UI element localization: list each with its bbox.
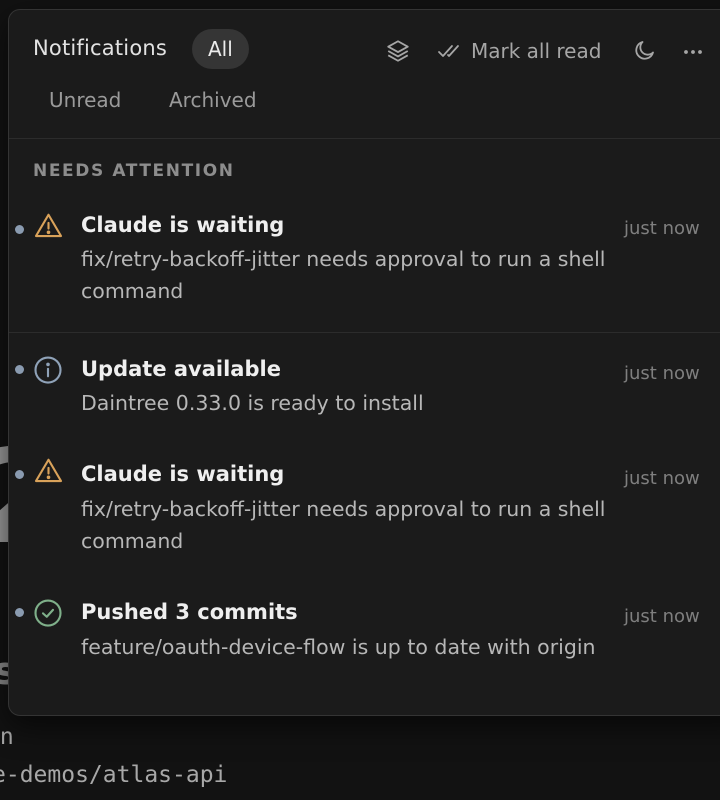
notification-item[interactable]: Claude is waiting just now fix/retry-bac… xyxy=(9,205,720,333)
notification-title: Update available xyxy=(81,357,281,381)
panel-title: Notifications xyxy=(33,36,168,60)
notification-item[interactable]: Pushed 3 commits just now feature/oauth-… xyxy=(9,588,720,708)
notification-body: fix/retry-backoff-jitter needs approval … xyxy=(81,247,606,303)
notification-item[interactable]: Claude is waiting just now fix/retry-bac… xyxy=(9,450,720,578)
notification-item[interactable]: Update available just now Daintree 0.33.… xyxy=(9,345,720,435)
check-circle-icon xyxy=(33,598,63,632)
mark-all-read-button[interactable]: Mark all read xyxy=(437,39,601,63)
info-icon xyxy=(33,355,63,389)
tab-unread[interactable]: Unread xyxy=(49,88,121,112)
notification-time: just now xyxy=(624,218,700,239)
background-text-line: in xyxy=(0,724,14,750)
notification-title: Pushed 3 commits xyxy=(81,600,298,624)
notification-body: fix/retry-backoff-jitter needs approval … xyxy=(81,497,606,553)
unread-dot xyxy=(15,470,24,479)
notifications-panel: Notifications All Mark all read Unread A… xyxy=(8,9,720,716)
warning-icon xyxy=(33,456,64,490)
notification-title: Claude is waiting xyxy=(81,462,285,486)
mark-all-read-label: Mark all read xyxy=(471,39,602,63)
notification-title: Claude is waiting xyxy=(81,213,285,237)
notification-time: just now xyxy=(624,468,700,489)
panel-header: Notifications All Mark all read Unread A… xyxy=(9,10,720,139)
tab-archived[interactable]: Archived xyxy=(169,88,257,112)
moon-icon[interactable] xyxy=(633,38,657,62)
ellipsis-icon[interactable] xyxy=(681,40,705,64)
notification-time: just now xyxy=(624,363,700,384)
unread-dot xyxy=(15,608,24,617)
unread-dot xyxy=(15,225,24,234)
notification-body: feature/oauth-device-flow is up to date … xyxy=(81,635,596,659)
layers-icon[interactable] xyxy=(385,38,411,64)
notification-body: Daintree 0.33.0 is ready to install xyxy=(81,391,424,415)
unread-dot xyxy=(15,365,24,374)
notification-time: just now xyxy=(624,606,700,627)
warning-icon xyxy=(33,211,64,245)
background-text-line: e-demos/atlas-api xyxy=(0,762,228,788)
double-check-icon xyxy=(437,41,463,61)
section-label: NEEDS ATTENTION xyxy=(33,161,235,181)
tab-all[interactable]: All xyxy=(192,29,249,69)
divider xyxy=(9,332,720,333)
